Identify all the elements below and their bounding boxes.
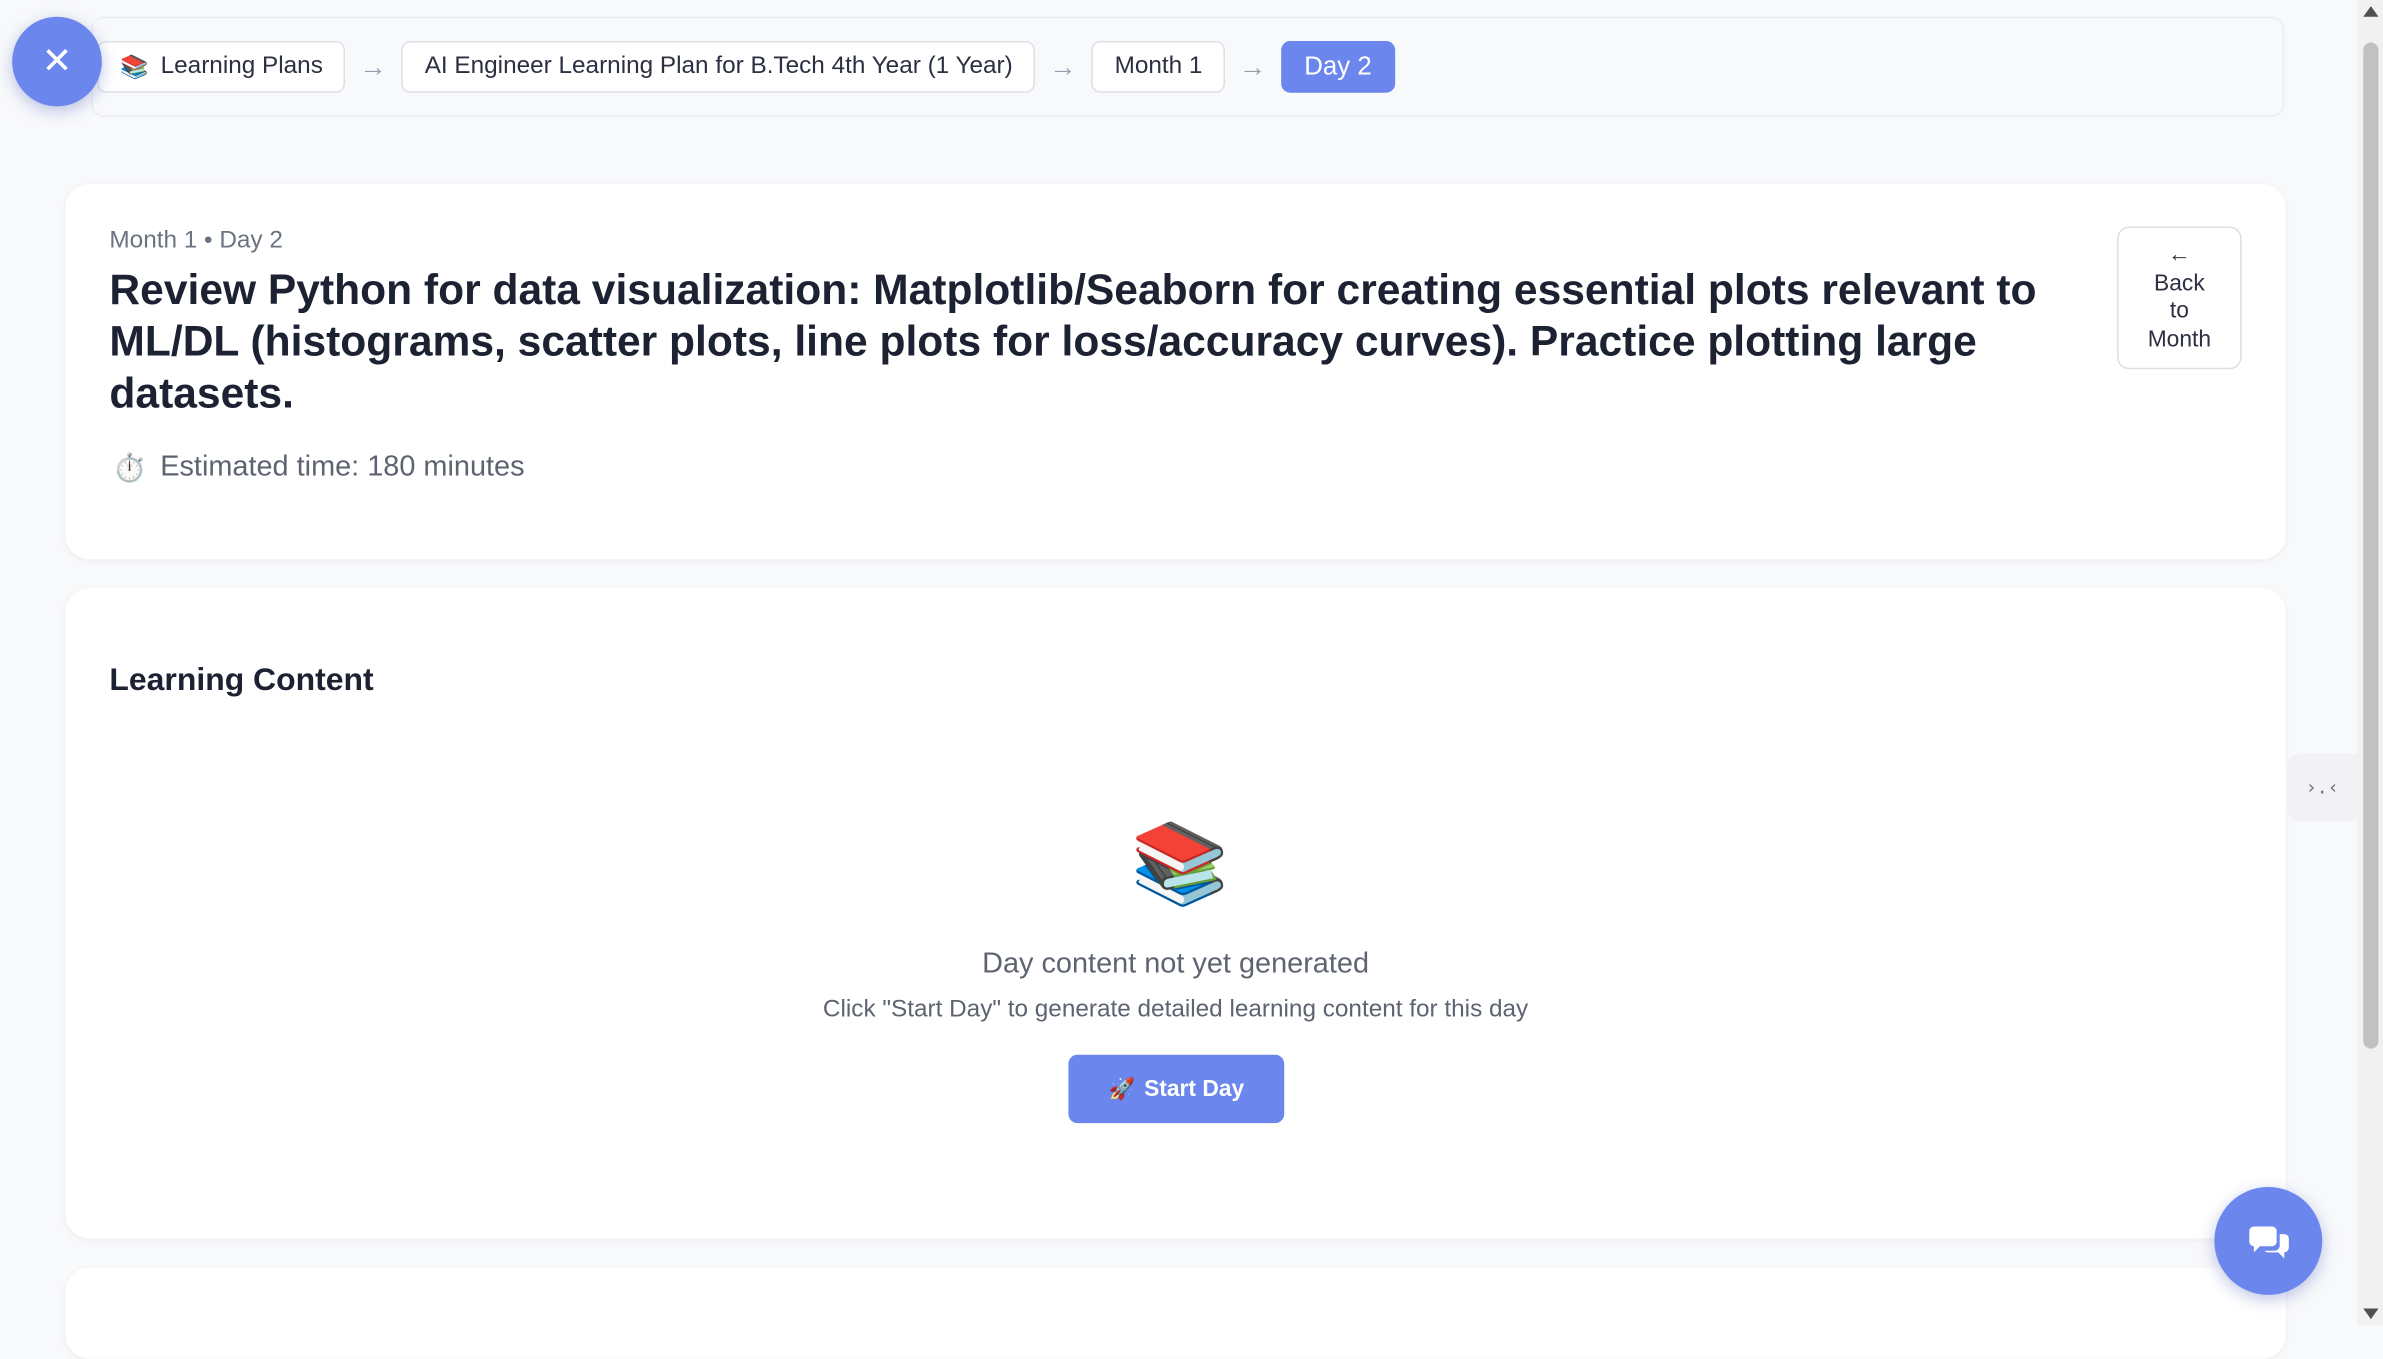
chat-button[interactable] [2214,1186,2323,1295]
estimated-time: ⏱️ Estimated time: 180 minutes [112,451,524,484]
scrollbar-thumb[interactable] [2363,42,2379,1049]
back-to-month-button[interactable]: ← Back to Month [2117,226,2242,370]
side-panel-toggle[interactable]: ›.‹ [2287,753,2358,821]
breadcrumb-label: Month 1 [1114,53,1203,80]
day-header-card: Month 1 • Day 2 Review Python for data v… [65,183,2286,560]
breadcrumb-day-current[interactable]: Day 2 [1281,41,1395,93]
app-viewport: 📚 Learning Plans → AI Engineer Learning … [0,0,2383,1359]
scroll-down-icon[interactable] [2363,1308,2379,1320]
rocket-icon: 🚀 [1108,1076,1135,1101]
breadcrumb: 📚 Learning Plans → AI Engineer Learning … [97,41,1395,93]
stopwatch-icon: ⏱️ [112,452,147,483]
back-button-label-line: Month [2147,325,2212,352]
breadcrumb-label: Day 2 [1304,51,1372,81]
breadcrumb-learning-plans[interactable]: 📚 Learning Plans [97,41,346,93]
start-day-label: Start Day [1144,1076,1245,1102]
section-title: Learning Content [109,662,374,698]
breadcrumb-month[interactable]: Month 1 [1091,41,1226,93]
back-button-label-line: Back [2154,269,2205,296]
page-title: Review Python for data visualization: Ma… [109,265,2037,417]
close-icon: ✕ [41,41,73,83]
breadcrumb-separator: → [1049,50,1077,82]
collapse-icon: ›.‹ [2305,776,2339,798]
learning-content-card: Learning Content 📚 Day content not yet g… [65,588,2286,1239]
breadcrumb-separator: → [359,50,387,82]
close-button[interactable]: ✕ [12,16,102,107]
empty-state-subtitle: Click "Start Day" to generate detailed l… [822,996,1529,1023]
books-icon: 📚 [120,54,149,81]
breadcrumb-label: Learning Plans [160,53,323,80]
scroll-up-icon[interactable] [2363,6,2379,17]
breadcrumb-plan[interactable]: AI Engineer Learning Plan for B.Tech 4th… [401,41,1036,93]
books-icon: 📚 [1130,820,1230,909]
day-meta: Month 1 • Day 2 [109,227,283,254]
back-button-label-line: to [2169,297,2189,324]
next-card [65,1267,2286,1359]
estimated-time-label: Estimated time: 180 minutes [160,451,525,484]
start-day-button[interactable]: 🚀 Start Day [1068,1054,1285,1124]
breadcrumb-label: AI Engineer Learning Plan for B.Tech 4th… [424,53,1013,80]
empty-state-title: Day content not yet generated [982,948,1370,981]
breadcrumb-separator: → [1238,50,1267,82]
arrow-left-icon: ← [2167,241,2191,268]
chat-icon [2248,1225,2289,1258]
